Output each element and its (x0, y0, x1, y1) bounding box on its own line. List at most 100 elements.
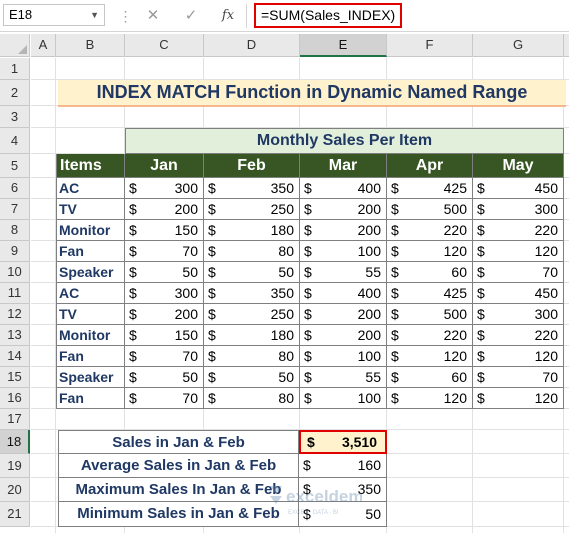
table-value-cell[interactable]: $350 (204, 178, 300, 199)
column-header-d[interactable]: D (204, 34, 300, 57)
table-value-cell[interactable]: $120 (473, 388, 564, 409)
table-value-cell[interactable]: $400 (300, 283, 387, 304)
table-value-cell[interactable]: $50 (125, 262, 204, 283)
table-row-item-label[interactable]: Monitor (56, 325, 125, 346)
table-value-cell[interactable]: $300 (473, 304, 564, 325)
table-row-item-label[interactable]: Monitor (56, 220, 125, 241)
row-header-6[interactable]: 6 (0, 178, 30, 199)
row-header-5[interactable]: 5 (0, 154, 30, 178)
row-header-1[interactable]: 1 (0, 58, 30, 80)
table-value-cell[interactable]: $60 (387, 262, 473, 283)
table-row-item-label[interactable]: Fan (56, 346, 125, 367)
column-header-f[interactable]: F (387, 34, 473, 57)
column-header-c[interactable]: C (125, 34, 204, 57)
table-value-cell[interactable]: $200 (125, 199, 204, 220)
table-value-cell[interactable]: $100 (300, 388, 387, 409)
table-value-cell[interactable]: $100 (300, 346, 387, 367)
table-value-cell[interactable]: $80 (204, 241, 300, 262)
table-value-cell[interactable]: $80 (204, 346, 300, 367)
formula-input[interactable]: =SUM(Sales_INDEX) (254, 3, 403, 28)
table-value-cell[interactable]: $150 (125, 325, 204, 346)
select-all-button[interactable] (0, 34, 30, 57)
row-header-18[interactable]: 18 (0, 430, 30, 454)
table-value-cell[interactable]: $300 (125, 178, 204, 199)
table-value-cell[interactable]: $70 (125, 346, 204, 367)
table-value-cell[interactable]: $500 (387, 304, 473, 325)
table-value-cell[interactable]: $120 (387, 346, 473, 367)
table-value-cell[interactable]: $200 (300, 325, 387, 346)
row-header-11[interactable]: 11 (0, 283, 30, 304)
table-header-apr[interactable]: Apr (387, 154, 473, 178)
table-value-cell[interactable]: $200 (300, 304, 387, 325)
row-header-12[interactable]: 12 (0, 304, 30, 325)
row-header-9[interactable]: 9 (0, 241, 30, 262)
name-box[interactable]: E18 ▼ (3, 4, 105, 26)
row-header-8[interactable]: 8 (0, 220, 30, 241)
row-header-21[interactable]: 21 (0, 502, 30, 527)
table-row-item-label[interactable]: TV (56, 199, 125, 220)
table-value-cell[interactable]: $300 (125, 283, 204, 304)
table-value-cell[interactable]: $350 (204, 283, 300, 304)
row-header-13[interactable]: 13 (0, 325, 30, 346)
row-header-4[interactable]: 4 (0, 128, 30, 154)
column-header-e[interactable]: E (300, 34, 387, 57)
table-value-cell[interactable]: $500 (387, 199, 473, 220)
table-value-cell[interactable]: $450 (473, 178, 564, 199)
table-value-cell[interactable]: $55 (300, 262, 387, 283)
table-header-mar[interactable]: Mar (300, 154, 387, 178)
column-header-b[interactable]: B (56, 34, 125, 57)
table-value-cell[interactable]: $180 (204, 220, 300, 241)
table-value-cell[interactable]: $220 (387, 220, 473, 241)
drag-handle-icon[interactable]: ⋮ (117, 6, 133, 26)
table-value-cell[interactable]: $220 (387, 325, 473, 346)
table-value-cell[interactable]: $50 (204, 262, 300, 283)
row-header-14[interactable]: 14 (0, 346, 30, 367)
table-row-item-label[interactable]: AC (56, 283, 125, 304)
table-value-cell[interactable]: $100 (300, 241, 387, 262)
row-header-20[interactable]: 20 (0, 478, 30, 502)
table-value-cell[interactable]: $70 (125, 241, 204, 262)
summary-value-cell[interactable]: $350 (299, 478, 387, 502)
row-header-3[interactable]: 3 (0, 106, 30, 128)
table-value-cell[interactable]: $150 (125, 220, 204, 241)
table-value-cell[interactable]: $180 (204, 325, 300, 346)
table-value-cell[interactable]: $55 (300, 367, 387, 388)
enter-icon[interactable]: ✓ (181, 5, 201, 27)
row-header-16[interactable]: 16 (0, 388, 30, 409)
table-value-cell[interactable]: $50 (204, 367, 300, 388)
table-value-cell[interactable]: $200 (300, 220, 387, 241)
table-value-cell[interactable]: $250 (204, 199, 300, 220)
table-value-cell[interactable]: $120 (473, 241, 564, 262)
table-value-cell[interactable]: $200 (300, 199, 387, 220)
table-header-jan[interactable]: Jan (125, 154, 204, 178)
table-value-cell[interactable]: $400 (300, 178, 387, 199)
table-header-may[interactable]: May (473, 154, 564, 178)
cancel-icon[interactable]: ✕ (143, 5, 163, 27)
column-header-a[interactable]: A (31, 34, 56, 57)
table-value-cell[interactable]: $425 (387, 178, 473, 199)
table-value-cell[interactable]: $80 (204, 388, 300, 409)
table-value-cell[interactable]: $120 (473, 346, 564, 367)
table-value-cell[interactable]: $120 (387, 241, 473, 262)
summary-value-cell[interactable]: $50 (299, 502, 387, 527)
table-value-cell[interactable]: $60 (387, 367, 473, 388)
row-header-15[interactable]: 15 (0, 367, 30, 388)
table-value-cell[interactable]: $50 (125, 367, 204, 388)
table-row-item-label[interactable]: Fan (56, 388, 125, 409)
row-header-10[interactable]: 10 (0, 262, 30, 283)
row-header-7[interactable]: 7 (0, 199, 30, 220)
table-value-cell[interactable]: $70 (473, 367, 564, 388)
summary-value-cell[interactable]: $160 (299, 454, 387, 478)
table-row-item-label[interactable]: Speaker (56, 262, 125, 283)
table-value-cell[interactable]: $220 (473, 325, 564, 346)
table-value-cell[interactable]: $70 (125, 388, 204, 409)
table-header-items[interactable]: Items (56, 154, 125, 178)
table-row-item-label[interactable]: Fan (56, 241, 125, 262)
table-value-cell[interactable]: $200 (125, 304, 204, 325)
table-header-feb[interactable]: Feb (204, 154, 300, 178)
table-value-cell[interactable]: $220 (473, 220, 564, 241)
row-header-17[interactable]: 17 (0, 409, 30, 430)
table-value-cell[interactable]: $425 (387, 283, 473, 304)
table-row-item-label[interactable]: Speaker (56, 367, 125, 388)
chevron-down-icon[interactable]: ▼ (90, 5, 99, 25)
